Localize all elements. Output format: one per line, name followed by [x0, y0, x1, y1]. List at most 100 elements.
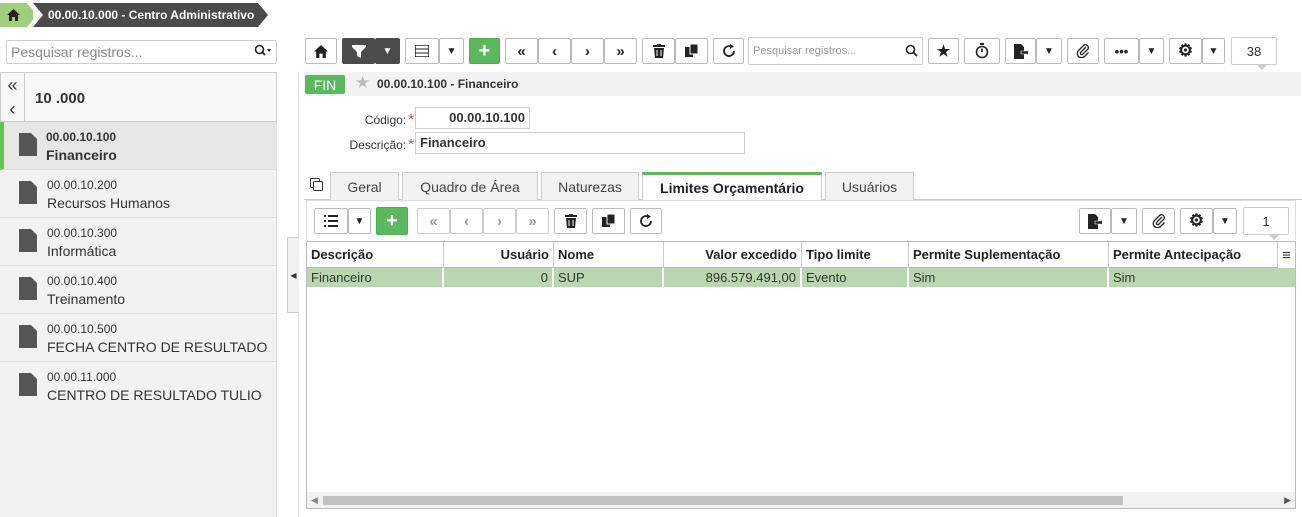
grid-refresh-button[interactable]: [630, 208, 662, 234]
sidebar-item-code: 00.00.10.100: [46, 130, 117, 144]
add-record-button[interactable]: +: [469, 38, 500, 64]
sidebar-item[interactable]: 00.00.10.500 FECHA CENTRO DE RESULTADO: [0, 314, 277, 362]
caret-down-icon: ▼: [382, 45, 393, 57]
grid-view-button[interactable]: [314, 208, 348, 234]
column-header[interactable]: Tipo limite: [802, 242, 909, 268]
first-record-button[interactable]: «: [505, 38, 538, 64]
trash-icon: [564, 214, 577, 228]
copy-icon: [684, 44, 698, 57]
column-header[interactable]: Descrição: [307, 242, 444, 268]
grid-settings-dropdown[interactable]: ▼: [1213, 208, 1237, 234]
cell: Sim: [1113, 270, 1136, 285]
sidebar-search-input[interactable]: [7, 41, 237, 63]
grid-add-button[interactable]: +: [376, 207, 408, 235]
chevron-left-icon[interactable]: ‹: [10, 99, 16, 120]
list-icon: [324, 215, 338, 227]
search-icon[interactable]: [905, 44, 918, 60]
scroll-left-icon[interactable]: ◀: [311, 495, 318, 506]
settings-dropdown[interactable]: ▼: [1202, 38, 1225, 64]
grid-export-button[interactable]: [1079, 208, 1111, 234]
document-icon: [19, 277, 37, 300]
caret-down-icon: ▼: [1044, 45, 1054, 57]
sidebar-nav: « ‹: [1, 73, 25, 121]
grid-export-dropdown[interactable]: ▼: [1111, 208, 1137, 234]
grid-next-button[interactable]: ›: [483, 208, 516, 234]
column-menu-icon[interactable]: ≡: [1277, 242, 1295, 268]
sidebar-item-code: 00.00.11.000: [47, 370, 117, 384]
grid-attach-button[interactable]: [1142, 208, 1175, 234]
export-dropdown[interactable]: ▼: [1036, 38, 1062, 64]
home-button[interactable]: [305, 38, 337, 64]
column-header[interactable]: Nome: [554, 242, 664, 268]
prev-record-button[interactable]: ‹: [538, 38, 571, 64]
next-record-button[interactable]: ›: [571, 38, 604, 64]
settings-button[interactable]: ⚙: [1169, 38, 1202, 64]
copy-icon: [601, 214, 615, 227]
next-icon: ›: [497, 212, 502, 230]
tab-naturezas[interactable]: Naturezas: [541, 172, 639, 200]
record-search-input[interactable]: [749, 38, 899, 64]
scroll-right-icon[interactable]: ▶: [1284, 495, 1291, 506]
favorite-button[interactable]: ★: [928, 38, 959, 64]
grid-view-dropdown[interactable]: ▼: [348, 208, 371, 234]
refresh-button[interactable]: [713, 38, 744, 64]
tab-usuarios[interactable]: Usuários: [825, 172, 914, 200]
descricao-label: Descrição: *: [349, 136, 414, 153]
more-button[interactable]: •••: [1104, 38, 1139, 64]
caret-down-icon: ▼: [1119, 215, 1129, 227]
view-dropdown[interactable]: ▼: [439, 38, 464, 64]
filter-dropdown[interactable]: ▼: [375, 38, 400, 64]
grid-settings-button[interactable]: ⚙: [1180, 208, 1213, 234]
export-button[interactable]: [1005, 38, 1036, 64]
copy-button[interactable]: [675, 38, 708, 64]
horizontal-scrollbar[interactable]: ◀ ▶: [307, 492, 1295, 508]
data-grid: Descrição Usuário Nome Valor excedido Ti…: [306, 241, 1296, 509]
filter-button[interactable]: [342, 38, 375, 64]
record-count: 38: [1231, 37, 1277, 70]
tab-geral[interactable]: Geral: [330, 172, 399, 200]
home-icon: [314, 44, 328, 58]
trash-icon: [652, 44, 665, 58]
breadcrumb-item[interactable]: 00.00.10.000 - Centro Administrativo: [33, 3, 269, 27]
timer-button[interactable]: [964, 38, 1000, 64]
column-header[interactable]: Valor excedido: [664, 242, 802, 268]
codigo-field[interactable]: 00.00.10.100: [415, 107, 530, 129]
record-search: [748, 37, 923, 65]
search-icon[interactable]: [254, 44, 272, 61]
column-header[interactable]: Permite Suplementação: [909, 242, 1109, 268]
grid-copy-button[interactable]: [592, 208, 625, 234]
collapse-sidebar-toggle[interactable]: ◀: [287, 237, 299, 313]
view-list-button[interactable]: [405, 38, 439, 64]
breadcrumb-home[interactable]: [0, 3, 37, 27]
double-chevron-left-icon[interactable]: «: [7, 75, 17, 96]
sidebar-item[interactable]: 00.00.10.100 Financeiro: [0, 122, 277, 170]
star-icon[interactable]: ★: [355, 73, 370, 93]
delete-button[interactable]: [642, 38, 675, 64]
tab-quadro-de-area[interactable]: Quadro de Área: [402, 172, 538, 200]
next-icon: ›: [585, 42, 590, 60]
cell: 896.579.491,00: [664, 268, 802, 287]
caret-down-icon: ▼: [1208, 45, 1219, 57]
sidebar-item[interactable]: 00.00.11.000 CENTRO DE RESULTADO TULIO: [0, 362, 277, 410]
column-header[interactable]: Permite Antecipação: [1109, 242, 1279, 268]
last-record-button[interactable]: »: [604, 38, 637, 64]
sidebar-item[interactable]: 00.00.10.300 Informática: [0, 218, 277, 266]
table-row[interactable]: Financeiro 0 SUP 896.579.491,00 Evento S…: [307, 268, 1295, 287]
copy-icon[interactable]: [310, 178, 324, 192]
record-title-bar: FIN ★ 00.00.10.100 - Financeiro: [304, 72, 1301, 96]
first-page-icon: «: [429, 212, 438, 230]
grid-first-button[interactable]: «: [417, 208, 450, 234]
grid-delete-button[interactable]: [554, 208, 587, 234]
column-header[interactable]: Usuário: [444, 242, 554, 268]
more-dropdown[interactable]: ▼: [1139, 38, 1164, 64]
sidebar-header: « ‹ 10 .000: [0, 72, 277, 122]
refresh-icon: [640, 214, 652, 227]
sidebar-item[interactable]: 00.00.10.200 Recursos Humanos: [0, 170, 277, 218]
descricao-field[interactable]: Financeiro: [415, 132, 745, 154]
tab-limites-orcamentario[interactable]: Limites Orçamentário: [642, 172, 822, 201]
scrollbar-thumb[interactable]: [323, 496, 1123, 505]
sidebar-item[interactable]: 00.00.10.400 Treinamento: [0, 266, 277, 314]
grid-last-button[interactable]: »: [516, 208, 549, 234]
attach-button[interactable]: [1067, 38, 1099, 64]
grid-prev-button[interactable]: ‹: [450, 208, 483, 234]
